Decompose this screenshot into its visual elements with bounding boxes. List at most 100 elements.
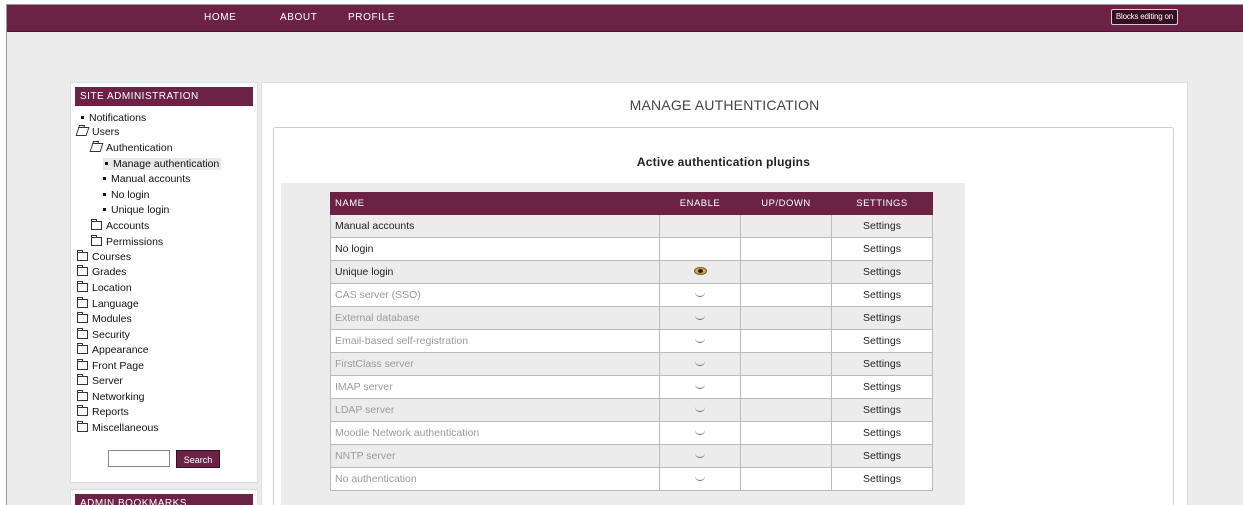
sidebar-item[interactable]: No login [103,189,150,201]
folder-icon [77,328,88,339]
column-header-name[interactable]: NAME [330,192,660,215]
sidebar-item[interactable]: Accounts [91,219,150,232]
updown-cell [740,237,832,261]
nav-home-link[interactable]: HOME [204,12,236,23]
table-row: Email-based self-registration Settings [330,329,933,353]
closed-eye-icon[interactable] [694,338,706,344]
top-navbar: HOME ABOUT PROFILE Blocks editing on [7,5,1243,32]
sidebar-item[interactable]: Permissions [91,235,163,248]
table-row: No authentication Settings [330,467,933,491]
sidebar-item[interactable]: Grades [77,265,126,278]
plugin-name: IMAP server [330,375,660,399]
sidebar-item-label: Users [92,126,120,138]
enable-cell [659,398,741,422]
settings-link[interactable]: Settings [831,352,933,376]
sidebar-item-label: Language [92,298,139,310]
plugin-name: Moodle Network authentication [330,421,660,445]
sidebar-item-label: Networking [92,391,145,403]
sidebar-item[interactable]: Security [77,328,130,341]
column-header-settings: SETTINGS [831,192,933,215]
sidebar-item[interactable]: Unique login [103,204,169,216]
settings-link[interactable]: Settings [831,444,933,468]
folder-icon [77,359,88,370]
updown-cell [740,421,832,445]
folder-icon [77,250,88,261]
sidebar-item[interactable]: Server [77,374,123,387]
enable-cell [659,444,741,468]
sidebar-item-label: Courses [92,251,132,263]
sidebar-item-label: Accounts [106,220,150,232]
settings-link[interactable]: Settings [831,306,933,330]
table-row: Moodle Network authentication Settings [330,421,933,445]
folder-icon [91,219,102,230]
plugin-name: No login [330,237,660,261]
settings-link[interactable]: Settings [831,467,933,491]
sidebar-item[interactable]: Location [77,281,132,294]
updown-cell [740,329,832,353]
admin-bookmarks-title: ADMIN BOOKMARKS [75,494,253,505]
enable-cell [659,214,741,238]
sidebar-item[interactable]: Miscellaneous [77,421,159,434]
folder-icon [77,265,88,276]
sidebar-item[interactable]: Language [77,297,139,310]
sidebar-item[interactable]: Appearance [77,343,149,356]
table-row: No login Settings [330,237,933,261]
eye-icon[interactable] [693,267,707,275]
settings-link[interactable]: Settings [831,214,933,238]
bullet-icon [103,208,106,211]
sidebar-item[interactable]: Modules [77,312,132,325]
closed-eye-icon[interactable] [694,361,706,367]
folder-icon [77,421,88,432]
enable-cell [659,237,741,261]
sidebar-item[interactable]: Front Page [77,359,144,372]
closed-eye-icon[interactable] [694,292,706,298]
nav-about-link[interactable]: ABOUT [280,12,317,23]
closed-eye-icon[interactable] [694,430,706,436]
settings-link[interactable]: Settings [831,329,933,353]
settings-link[interactable]: Settings [831,283,933,307]
folder-open-icon [89,143,104,152]
sidebar-item[interactable]: Users [75,126,120,138]
settings-link[interactable]: Settings [831,237,933,261]
table-container: NAME ENABLE UP/DOWN SETTINGS Manual acco… [281,183,965,505]
sidebar-item[interactable]: Manual accounts [103,173,190,185]
sidebar-item[interactable]: Notifications [81,112,146,124]
folder-icon [77,297,88,308]
settings-link[interactable]: Settings [831,260,933,284]
closed-eye-icon[interactable] [694,476,706,482]
settings-link[interactable]: Settings [831,398,933,422]
blocks-editing-button[interactable]: Blocks editing on [1110,9,1178,25]
table-row: External database Settings [330,306,933,330]
sidebar-item[interactable]: Reports [77,405,129,418]
closed-eye-icon[interactable] [694,315,706,321]
bullet-icon [103,177,106,180]
settings-link[interactable]: Settings [831,421,933,445]
sidebar-item-label: Reports [92,406,129,418]
sidebar-item[interactable]: Manage authentication [103,158,222,170]
settings-link[interactable]: Settings [831,375,933,399]
enable-cell [659,421,741,445]
nav-profile-link[interactable]: PROFILE [348,12,395,23]
closed-eye-icon[interactable] [694,384,706,390]
folder-icon [77,374,88,385]
admin-search-input[interactable] [108,450,170,467]
table-header-row: NAME ENABLE UP/DOWN SETTINGS [330,192,933,215]
sidebar-item-label: Appearance [92,344,149,356]
site-administration-title: SITE ADMINISTRATION [75,87,253,106]
enable-cell [659,306,741,330]
plugin-name: External database [330,306,660,330]
closed-eye-icon[interactable] [694,407,706,413]
sidebar-item[interactable]: Networking [77,390,145,403]
plugin-name: Email-based self-registration [330,329,660,353]
closed-eye-icon[interactable] [694,453,706,459]
column-header-updown: UP/DOWN [740,192,832,215]
folder-icon [77,343,88,354]
updown-cell [740,214,832,238]
admin-search-button[interactable]: Search [176,450,220,468]
folder-icon [77,405,88,416]
auth-plugins-box: Active authentication plugins NAME ENABL… [273,127,1174,505]
sidebar-item[interactable]: Courses [77,250,132,263]
sidebar-item[interactable]: Authentication [89,142,173,154]
enable-cell [659,329,741,353]
folder-icon [77,312,88,323]
